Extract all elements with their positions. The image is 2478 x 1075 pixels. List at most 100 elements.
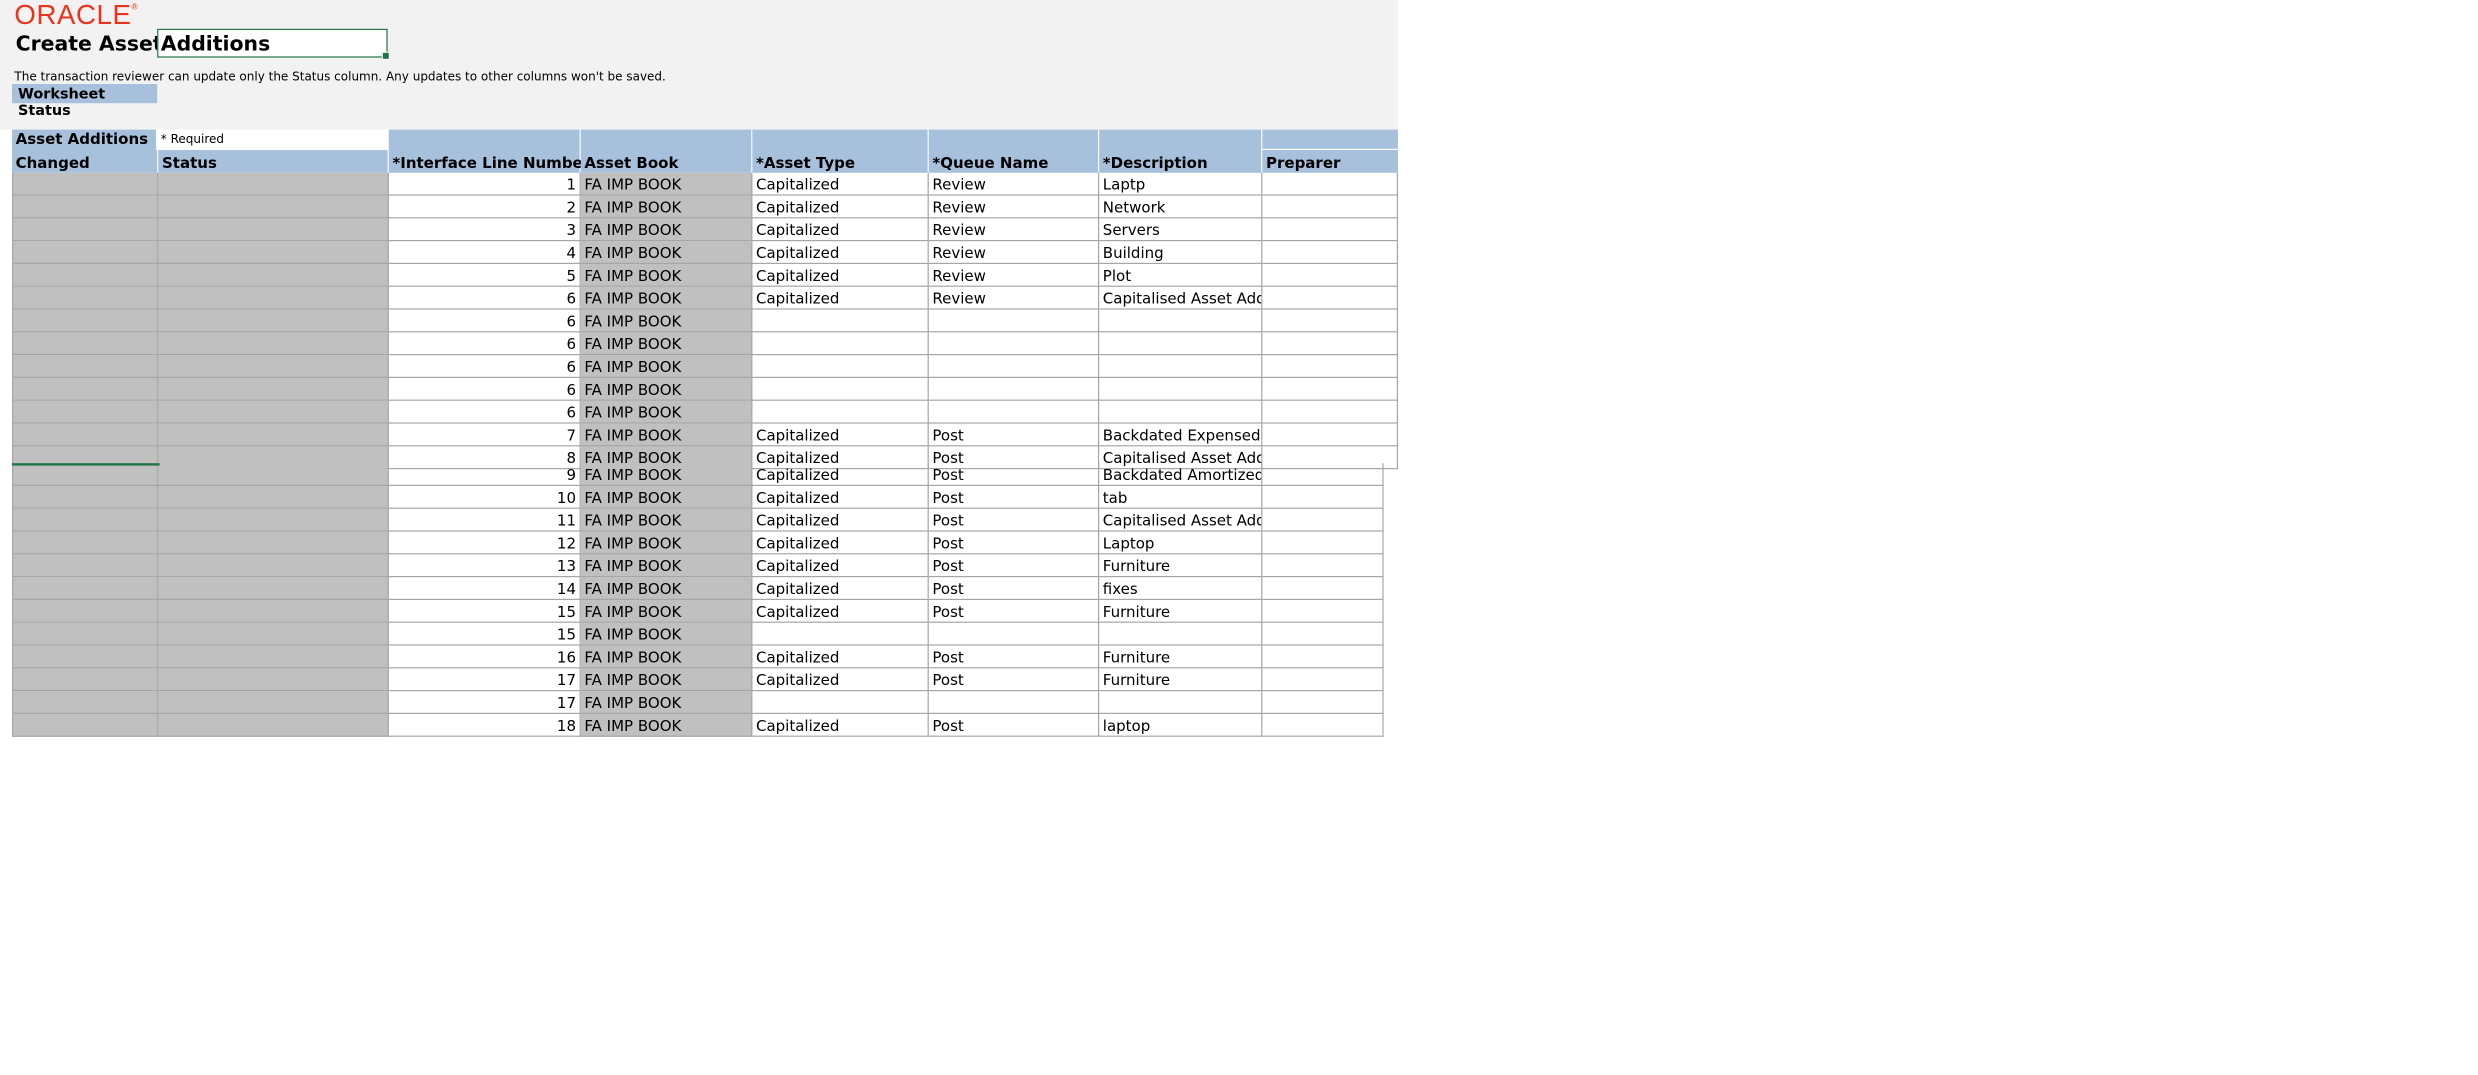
cell-preparer[interactable] bbox=[1262, 332, 1398, 356]
cell-desc[interactable] bbox=[1099, 332, 1263, 356]
cell-book[interactable]: FA IMP BOOK bbox=[580, 622, 753, 646]
cell-desc[interactable]: Furniture bbox=[1099, 645, 1263, 669]
cell-changed[interactable] bbox=[12, 195, 159, 219]
cell-changed[interactable] bbox=[12, 172, 159, 196]
cell-queue[interactable]: Post bbox=[928, 508, 1100, 532]
cell-line[interactable]: 6 bbox=[388, 332, 581, 356]
cell-desc[interactable]: Laptop bbox=[1099, 531, 1263, 555]
cell-status[interactable] bbox=[158, 645, 389, 669]
cell-book[interactable]: FA IMP BOOK bbox=[580, 554, 753, 578]
cell-status[interactable] bbox=[158, 463, 389, 487]
cell-queue[interactable]: Post bbox=[928, 645, 1100, 669]
cell-desc[interactable]: Backdated Expensed Ac bbox=[1099, 423, 1263, 447]
cell-book[interactable]: FA IMP BOOK bbox=[580, 577, 753, 600]
cell-status[interactable] bbox=[158, 577, 389, 600]
column-header-desc[interactable]: *Description bbox=[1099, 150, 1263, 173]
cell-status[interactable] bbox=[158, 554, 389, 578]
cell-preparer[interactable] bbox=[1262, 172, 1398, 196]
cell-preparer[interactable] bbox=[1262, 218, 1398, 242]
cell-preparer[interactable] bbox=[1262, 309, 1398, 333]
cell-preparer[interactable] bbox=[1262, 600, 1384, 623]
cell-line[interactable]: 6 bbox=[388, 309, 581, 333]
cell-preparer[interactable] bbox=[1262, 531, 1384, 555]
cell-type[interactable]: Capitalized bbox=[752, 241, 929, 264]
cell-desc[interactable]: Servers bbox=[1099, 218, 1263, 242]
cell-book[interactable]: FA IMP BOOK bbox=[580, 691, 753, 714]
cell-preparer[interactable] bbox=[1262, 241, 1398, 264]
cell-book[interactable]: FA IMP BOOK bbox=[580, 286, 753, 310]
cell-desc[interactable]: Capitalised Asset Additi bbox=[1099, 286, 1263, 310]
cell-changed[interactable] bbox=[12, 691, 159, 714]
cell-changed[interactable] bbox=[12, 577, 159, 600]
cell-status[interactable] bbox=[158, 668, 389, 692]
cell-preparer[interactable] bbox=[1262, 378, 1398, 401]
cell-preparer[interactable] bbox=[1262, 508, 1384, 532]
cell-status[interactable] bbox=[158, 486, 389, 509]
cell-status[interactable] bbox=[158, 241, 389, 264]
cell-preparer[interactable] bbox=[1262, 622, 1384, 646]
cell-status[interactable] bbox=[158, 423, 389, 447]
cell-desc[interactable]: Backdated Amortized Ac bbox=[1099, 463, 1263, 487]
cell-preparer[interactable] bbox=[1262, 195, 1398, 219]
cell-book[interactable]: FA IMP BOOK bbox=[580, 172, 753, 196]
cell-type[interactable]: Capitalized bbox=[752, 668, 929, 692]
cell-type[interactable]: Capitalized bbox=[752, 554, 929, 578]
cell-desc[interactable]: Capitalised Asset Additi bbox=[1099, 508, 1263, 532]
cell-type[interactable]: Capitalized bbox=[752, 577, 929, 600]
worksheet-status-button[interactable]: Worksheet Status bbox=[12, 84, 158, 119]
cell-queue[interactable] bbox=[928, 622, 1100, 646]
cell-desc[interactable]: Network bbox=[1099, 195, 1263, 219]
cell-status[interactable] bbox=[158, 195, 389, 219]
cell-status[interactable] bbox=[158, 400, 389, 424]
cell-status[interactable] bbox=[158, 531, 389, 555]
cell-status[interactable] bbox=[158, 355, 389, 378]
cell-book[interactable]: FA IMP BOOK bbox=[580, 463, 753, 487]
cell-queue[interactable] bbox=[928, 332, 1100, 356]
cell-changed[interactable] bbox=[12, 355, 159, 378]
cell-line[interactable]: 9 bbox=[388, 463, 581, 487]
cell-line[interactable]: 17 bbox=[388, 691, 581, 714]
cell-status[interactable] bbox=[158, 600, 389, 623]
cell-type[interactable] bbox=[752, 622, 929, 646]
cell-book[interactable]: FA IMP BOOK bbox=[580, 309, 753, 333]
cell-preparer[interactable] bbox=[1262, 486, 1384, 509]
cell-type[interactable]: Capitalized bbox=[752, 486, 929, 509]
cell-type[interactable]: Capitalized bbox=[752, 218, 929, 242]
cell-queue[interactable] bbox=[928, 691, 1100, 714]
column-header-preparer[interactable]: Preparer bbox=[1262, 150, 1398, 173]
cell-line[interactable]: 16 bbox=[388, 645, 581, 669]
cell-line[interactable]: 3 bbox=[388, 218, 581, 242]
cell-preparer[interactable] bbox=[1262, 355, 1398, 378]
cell-queue[interactable]: Post bbox=[928, 577, 1100, 600]
cell-queue[interactable]: Review bbox=[928, 241, 1100, 264]
cell-book[interactable]: FA IMP BOOK bbox=[580, 400, 753, 424]
cell-book[interactable]: FA IMP BOOK bbox=[580, 645, 753, 669]
cell-type[interactable]: Capitalized bbox=[752, 714, 929, 737]
cell-book[interactable]: FA IMP BOOK bbox=[580, 241, 753, 264]
cell-line[interactable]: 13 bbox=[388, 554, 581, 578]
cell-desc[interactable] bbox=[1099, 378, 1263, 401]
cell-type[interactable]: Capitalized bbox=[752, 423, 929, 447]
cell-desc[interactable] bbox=[1099, 622, 1263, 646]
cell-line[interactable]: 6 bbox=[388, 400, 581, 424]
cell-status[interactable] bbox=[158, 264, 389, 287]
column-header-type[interactable]: *Asset Type bbox=[752, 150, 929, 173]
cell-line[interactable]: 10 bbox=[388, 486, 581, 509]
cell-preparer[interactable] bbox=[1262, 645, 1384, 669]
cell-status[interactable] bbox=[158, 378, 389, 401]
cell-status[interactable] bbox=[158, 691, 389, 714]
cell-desc[interactable] bbox=[1099, 309, 1263, 333]
cell-type[interactable]: Capitalized bbox=[752, 600, 929, 623]
cell-desc[interactable]: tab bbox=[1099, 486, 1263, 509]
cell-queue[interactable] bbox=[928, 355, 1100, 378]
cell-queue[interactable]: Post bbox=[928, 463, 1100, 487]
cell-desc[interactable]: Furniture bbox=[1099, 554, 1263, 578]
cell-queue[interactable]: Review bbox=[928, 218, 1100, 242]
cell-queue[interactable]: Review bbox=[928, 172, 1100, 196]
cell-queue[interactable]: Post bbox=[928, 531, 1100, 555]
cell-book[interactable]: FA IMP BOOK bbox=[580, 264, 753, 287]
cell-book[interactable]: FA IMP BOOK bbox=[580, 423, 753, 447]
cell-queue[interactable] bbox=[928, 309, 1100, 333]
cell-changed[interactable] bbox=[12, 218, 159, 242]
cell-book[interactable]: FA IMP BOOK bbox=[580, 218, 753, 242]
